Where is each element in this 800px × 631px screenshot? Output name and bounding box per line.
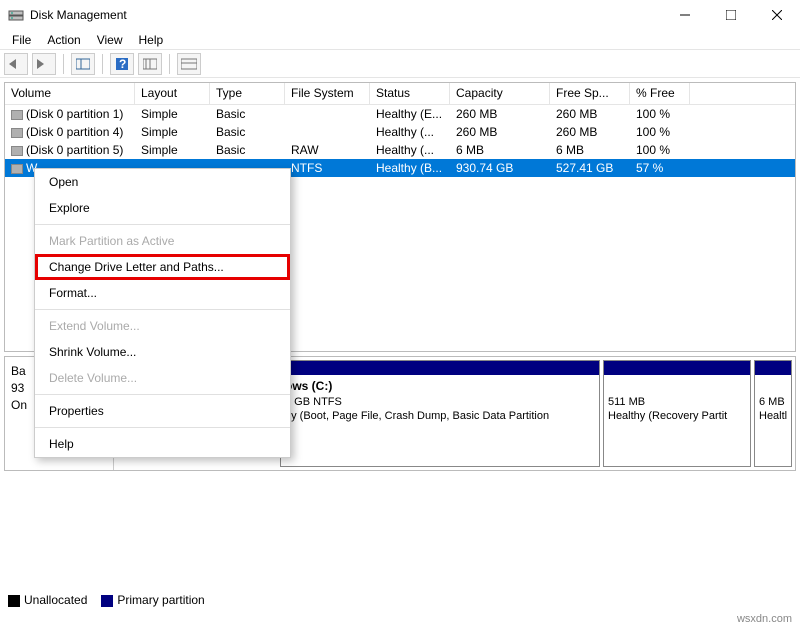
col-free[interactable]: Free Sp... <box>550 83 630 104</box>
ctx-format[interactable]: Format... <box>35 280 290 306</box>
list-view-button[interactable] <box>177 53 201 75</box>
window-controls <box>662 0 800 30</box>
volume-row[interactable]: (Disk 0 partition 4)SimpleBasicHealthy (… <box>5 123 795 141</box>
view-toggle-button[interactable] <box>71 53 95 75</box>
column-headers: Volume Layout Type File System Status Ca… <box>5 83 795 105</box>
ctx-properties[interactable]: Properties <box>35 398 290 424</box>
menu-file[interactable]: File <box>4 31 39 49</box>
partition-box[interactable]: ows (C:)4 GB NTFShy (Boot, Page File, Cr… <box>280 360 600 467</box>
svg-text:?: ? <box>119 57 126 71</box>
menubar: File Action View Help <box>0 30 800 50</box>
menu-action[interactable]: Action <box>39 31 88 49</box>
legend-unallocated-swatch <box>8 595 20 607</box>
ctx-extend-volume: Extend Volume... <box>35 313 290 339</box>
col-status[interactable]: Status <box>370 83 450 104</box>
ctx-help[interactable]: Help <box>35 431 290 457</box>
col-volume[interactable]: Volume <box>5 83 135 104</box>
ctx-explore[interactable]: Explore <box>35 195 290 221</box>
ctx-shrink-volume[interactable]: Shrink Volume... <box>35 339 290 365</box>
volume-row[interactable]: (Disk 0 partition 5)SimpleBasicRAWHealth… <box>5 141 795 159</box>
ctx-delete-volume: Delete Volume... <box>35 365 290 391</box>
window-title: Disk Management <box>30 8 662 22</box>
watermark: wsxdn.com <box>737 613 792 625</box>
back-button[interactable] <box>4 53 28 75</box>
col-capacity[interactable]: Capacity <box>450 83 550 104</box>
legend-primary-swatch <box>101 595 113 607</box>
partition-box[interactable]: 511 MBHealthy (Recovery Partit <box>603 360 751 467</box>
minimize-button[interactable] <box>662 0 708 30</box>
ctx-change-drive-letter[interactable]: Change Drive Letter and Paths... <box>35 254 290 280</box>
settings-button[interactable] <box>138 53 162 75</box>
forward-button[interactable] <box>32 53 56 75</box>
help-button[interactable]: ? <box>110 53 134 75</box>
titlebar: Disk Management <box>0 0 800 30</box>
maximize-button[interactable] <box>708 0 754 30</box>
col-filesystem[interactable]: File System <box>285 83 370 104</box>
menu-help[interactable]: Help <box>131 31 172 49</box>
close-button[interactable] <box>754 0 800 30</box>
ctx-mark-active: Mark Partition as Active <box>35 228 290 254</box>
app-icon <box>8 7 24 23</box>
ctx-open[interactable]: Open <box>35 169 290 195</box>
col-type[interactable]: Type <box>210 83 285 104</box>
partition-box[interactable]: 6 MBHealtl <box>754 360 792 467</box>
col-pct-free[interactable]: % Free <box>630 83 690 104</box>
menu-view[interactable]: View <box>89 31 131 49</box>
volume-row[interactable]: (Disk 0 partition 1)SimpleBasicHealthy (… <box>5 105 795 123</box>
toolbar: ? <box>0 50 800 78</box>
legend: Unallocated Primary partition <box>8 593 205 607</box>
col-layout[interactable]: Layout <box>135 83 210 104</box>
context-menu: Open Explore Mark Partition as Active Ch… <box>34 168 291 458</box>
